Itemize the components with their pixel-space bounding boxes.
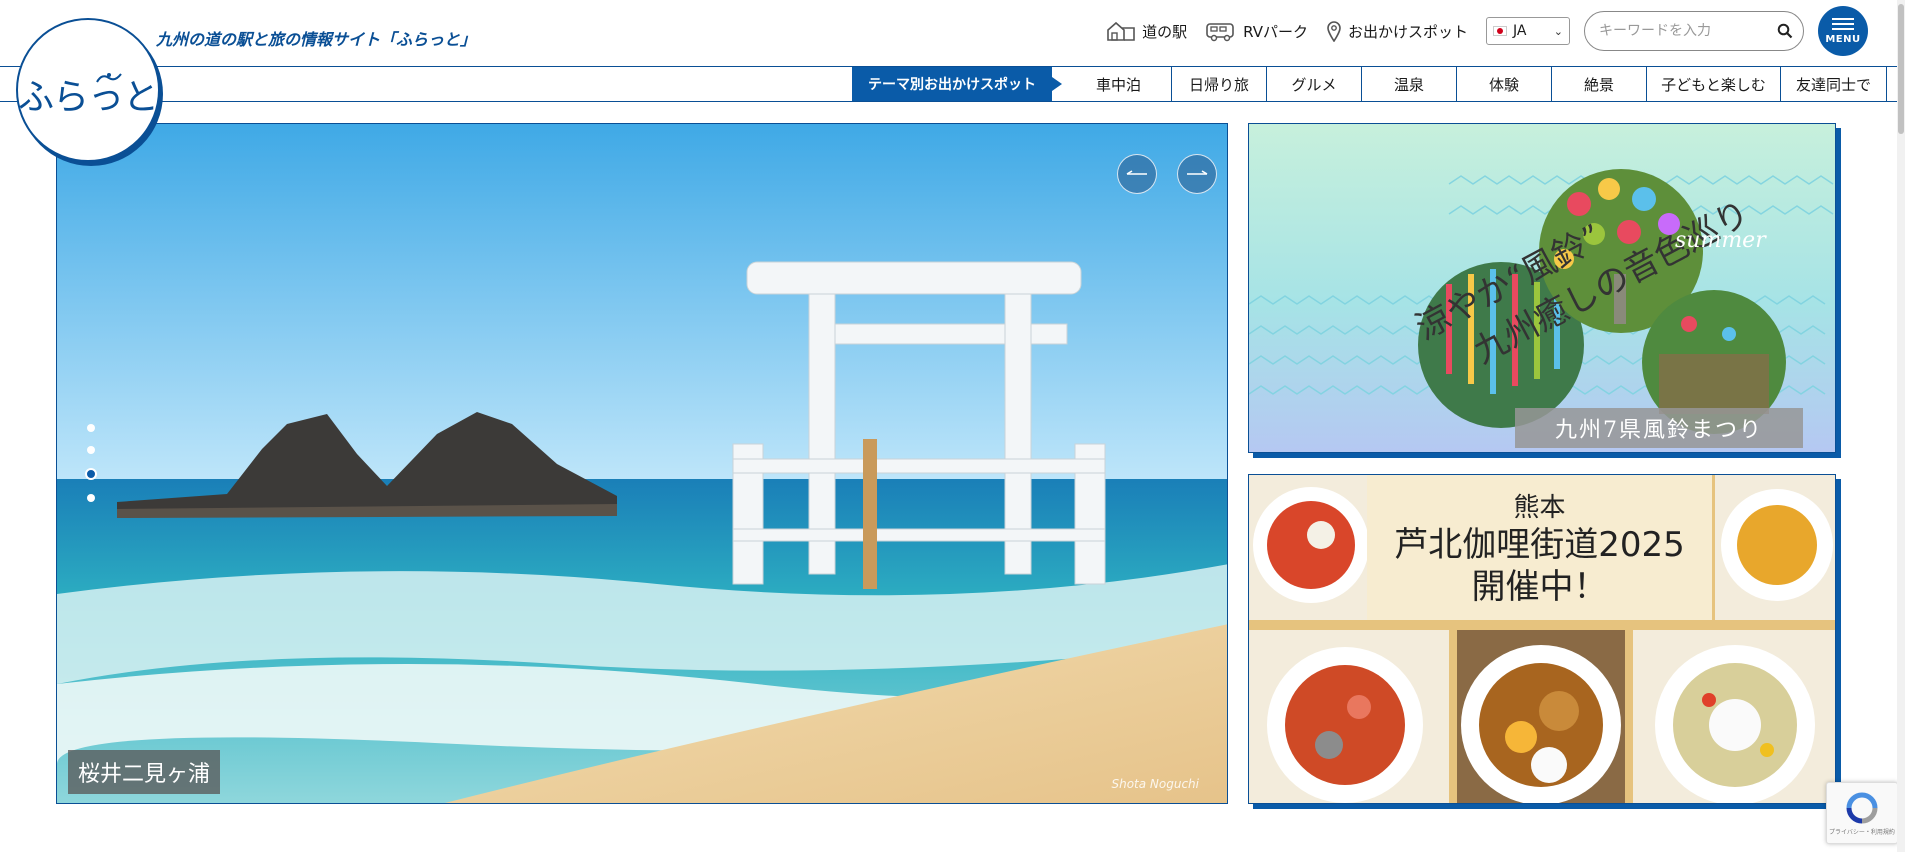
category-with-friends[interactable]: 友達同士で — [1781, 67, 1887, 101]
curry-road-banner[interactable]: 熊本 芦北伽哩街道2025 開催中！ — [1248, 474, 1836, 804]
camper-van-icon — [1206, 23, 1234, 42]
category-car-camping[interactable]: 車中泊 — [1066, 67, 1172, 101]
photo-credit: Shota Noguchi — [1111, 777, 1199, 791]
roadside-station-icon — [1107, 21, 1135, 41]
hero-caption: 桜井二見ヶ浦 — [68, 750, 221, 794]
category-hot-spring[interactable]: 温泉 — [1362, 67, 1457, 101]
nav-rv-park[interactable]: RVパーク — [1205, 20, 1308, 42]
site-tagline: 九州の道の駅と旅の情報サイト「ふらっと」 — [156, 30, 477, 49]
theme-spots-link[interactable]: テーマ別お出かけスポット — [852, 67, 1062, 101]
map-pin-icon — [1327, 21, 1341, 42]
slide-dot-2[interactable] — [87, 446, 95, 454]
category-with-kids[interactable]: 子どもと楽しむ — [1647, 67, 1781, 101]
curry-banner-textbox: 熊本 芦北伽哩街道2025 開催中！ — [1367, 475, 1712, 620]
slide-prev-button[interactable] — [1117, 154, 1157, 194]
search-box — [1584, 11, 1804, 51]
hero-image — [57, 124, 1227, 803]
category-list: テーマ別お出かけスポット 車中泊 日帰り旅 グルメ 温泉 体験 絶景 子どもと楽… — [852, 67, 1887, 101]
slide-next-button[interactable] — [1177, 154, 1217, 194]
category-day-trip[interactable]: 日帰り旅 — [1172, 67, 1267, 101]
logo-text: ふらっと — [18, 77, 159, 118]
scrollbar-thumb[interactable] — [1898, 4, 1904, 134]
language-value: JA — [1513, 23, 1527, 39]
nav-roadside-station-label: 道の駅 — [1142, 22, 1188, 41]
category-experience[interactable]: 体験 — [1457, 67, 1552, 101]
site-header: 九州の道の駅と旅の情報サイト「ふらっと」 道の駅 RVパーク お出かけスポット … — [0, 0, 1905, 66]
top-navigation: 道の駅 RVパーク お出かけスポット JA ⌄ MENU — [1106, 0, 1905, 62]
chevron-down-icon: ⌄ — [1553, 24, 1563, 38]
nav-outing-spots[interactable]: お出かけスポット — [1326, 20, 1468, 42]
slide-dot-4[interactable] — [87, 494, 95, 502]
wind-chime-banner[interactable]: 涼やか“風鈴” 九州癒しの音色巡り summer 九州7県風鈴まつり — [1248, 123, 1836, 453]
site-logo[interactable]: ふらっと — [16, 18, 160, 162]
nav-rv-park-label: RVパーク — [1243, 22, 1308, 41]
hamburger-icon — [1832, 17, 1854, 30]
slide-dot-3-active[interactable] — [85, 468, 97, 480]
search-input[interactable] — [1599, 23, 1777, 39]
summer-accent-text: summer — [1675, 228, 1766, 253]
recaptcha-badge[interactable]: プライバシー・利用規約 — [1826, 782, 1898, 844]
slide-indicators — [85, 424, 97, 502]
wind-chime-banner-label: 九州7県風鈴まつり — [1515, 408, 1803, 448]
arrow-left-icon — [1126, 170, 1147, 175]
menu-button[interactable]: MENU — [1818, 6, 1868, 56]
curry-banner-title-line1: 芦北伽哩街道2025 — [1394, 525, 1685, 565]
search-icon[interactable] — [1777, 23, 1793, 39]
arrow-right-icon — [1187, 170, 1208, 175]
slide-dot-1[interactable] — [87, 424, 95, 432]
wave-logo-icon — [96, 73, 122, 83]
page: 九州の道の駅と旅の情報サイト「ふらっと」 道の駅 RVパーク お出かけスポット … — [0, 0, 1905, 852]
page-scrollbar[interactable] — [1897, 0, 1905, 852]
category-scenery[interactable]: 絶景 — [1552, 67, 1647, 101]
recaptcha-icon — [1846, 792, 1878, 823]
recaptcha-text[interactable]: プライバシー・利用規約 — [1829, 827, 1895, 836]
category-bar: テーマ別お出かけスポット 車中泊 日帰り旅 グルメ 温泉 体験 絶景 子どもと楽… — [0, 66, 1905, 102]
nav-roadside-station[interactable]: 道の駅 — [1106, 20, 1187, 42]
japan-flag-icon — [1493, 26, 1507, 36]
nav-outing-spots-label: お出かけスポット — [1347, 22, 1468, 41]
hero-slideshow[interactable]: 桜井二見ヶ浦 Shota Noguchi — [56, 123, 1228, 804]
language-select[interactable]: JA ⌄ — [1486, 17, 1570, 45]
category-gourmet[interactable]: グルメ — [1267, 67, 1362, 101]
curry-banner-prefecture: 熊本 — [1513, 493, 1566, 523]
menu-button-label: MENU — [1825, 33, 1861, 45]
curry-banner-title-line2: 開催中！ — [1471, 567, 1608, 607]
